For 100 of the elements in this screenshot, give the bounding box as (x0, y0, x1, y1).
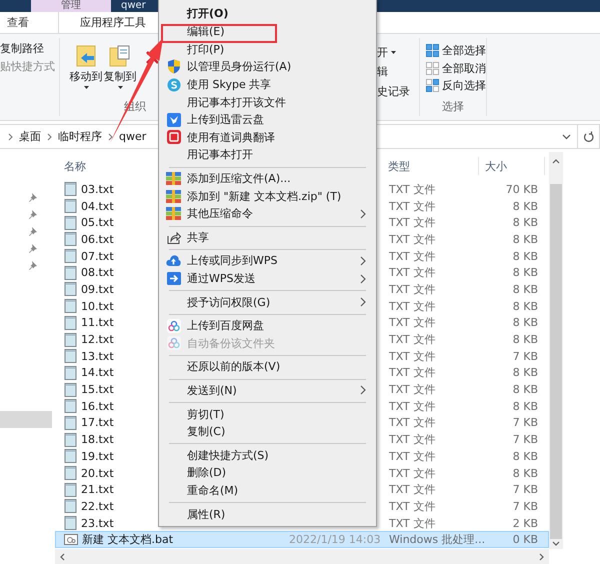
ribbon-command[interactable]: 开 (377, 44, 419, 62)
text-file-icon (64, 216, 77, 230)
ribbon-command[interactable]: 反向选择 (426, 77, 486, 94)
file-name[interactable]: 03.txt (81, 182, 114, 196)
file-size: 8 KB (512, 383, 538, 396)
menu-item[interactable]: 添加到 "新建 文本文档.zip" (T) (161, 187, 374, 205)
menu-item[interactable]: 复制(C) (161, 422, 374, 440)
ribbon-command[interactable]: 复制路径 (0, 40, 59, 58)
shield-icon (166, 59, 180, 74)
ribbon-command[interactable]: 辑 (377, 62, 419, 82)
menu-item[interactable]: 创建快捷方式(S) (161, 446, 374, 464)
file-size: 7 KB (512, 500, 538, 513)
menu-item[interactable]: 用记事本打开 (161, 146, 374, 164)
file-size: 8 KB (512, 216, 538, 230)
chevron-icon (108, 132, 113, 140)
file-size: 8 KB (512, 333, 538, 346)
file-size: 8 KB (512, 200, 538, 213)
rings-icon (166, 336, 180, 350)
vertical-scrollbar[interactable] (549, 152, 563, 549)
file-name[interactable]: 06.txt (81, 232, 114, 246)
context-tab[interactable]: 管理 (31, 0, 111, 12)
file-name[interactable]: 12.txt (81, 333, 114, 346)
text-file-icon (64, 232, 77, 246)
file-size: 8 KB (512, 316, 538, 330)
menu-item[interactable]: 上传到百度网盘 (161, 316, 374, 334)
file-type: TXT 文件 (389, 416, 436, 430)
scroll-left-icon (59, 552, 65, 560)
file-name[interactable]: 16.txt (81, 400, 114, 413)
menu-item[interactable]: 其他压缩命令 (161, 204, 374, 223)
file-name[interactable]: 07.txt (81, 250, 114, 263)
breadcrumb[interactable]: 桌面 (19, 129, 41, 144)
file-name[interactable]: 10.txt (81, 300, 114, 313)
menu-item[interactable]: 上传到迅雷云盘 (161, 110, 374, 129)
menu-item[interactable]: 剪切(T) (161, 405, 374, 423)
breadcrumb[interactable]: qwer (119, 130, 146, 143)
file-type: TXT 文件 (389, 466, 436, 480)
grid-icon (426, 60, 439, 76)
grid-icon (426, 78, 439, 94)
menu-item[interactable]: 授予访问权限(G) (161, 293, 374, 311)
text-file-icon (64, 482, 77, 497)
menu-item[interactable]: 上传或同步到WPS (161, 252, 374, 270)
file-name[interactable]: 09.txt (81, 282, 114, 296)
text-file-icon (64, 499, 77, 514)
menu-item[interactable]: 使用有道词典翻译 (161, 128, 374, 146)
text-file-icon (64, 266, 77, 280)
chevron-icon (8, 132, 13, 140)
file-name[interactable]: 18.txt (81, 433, 114, 446)
horizontal-scrollbar[interactable] (55, 549, 549, 564)
file-type: TXT 文件 (389, 182, 436, 196)
file-type: TXT 文件 (389, 266, 436, 280)
selected-file-row[interactable]: 新建 文本文档.bat 2022/1/19 14:03 Windows 批处理... 0 KB (55, 531, 549, 548)
text-file-icon (64, 282, 77, 296)
file-size: 7 KB (512, 350, 538, 363)
file-name[interactable]: 15.txt (81, 383, 114, 396)
file-name[interactable]: 14.txt (81, 366, 114, 380)
menu-item[interactable]: 通过WPS发送 (161, 270, 374, 288)
refresh-icon (583, 130, 594, 142)
menu-item[interactable]: 使用 Skype 共享 (161, 76, 374, 94)
file-name[interactable]: 23.txt (81, 516, 114, 530)
menu-item[interactable]: 重命名(M) (161, 482, 374, 500)
menu-item[interactable]: 添加到压缩文件(A)... (161, 170, 374, 188)
file-name[interactable]: 04.txt (81, 200, 114, 213)
file-date: 2022/1/19 14:03 (289, 533, 381, 546)
menu-item[interactable]: 共享 (161, 228, 374, 246)
text-file-icon (64, 249, 77, 264)
file-size: 0 KB (512, 533, 538, 546)
pin-icon (29, 261, 37, 270)
menu-item[interactable]: 还原以前的版本(V) (161, 358, 374, 376)
file-name[interactable]: 22.txt (81, 500, 114, 513)
menu-item[interactable]: 删除(D) (161, 464, 374, 482)
file-size: 8 KB (512, 366, 538, 380)
menu-item[interactable]: 用记事本打开该文件 (161, 93, 374, 111)
menu-item[interactable]: 属性(R) (161, 505, 374, 523)
column-header[interactable]: 类型 (385, 157, 479, 175)
file-name[interactable]: 19.txt (81, 450, 114, 463)
ribbon-button[interactable]: 复制到 (103, 43, 137, 100)
file-type: TXT 文件 (389, 516, 436, 530)
menu-item[interactable]: 打印(P) (161, 40, 374, 58)
file-name[interactable]: 21.txt (81, 483, 114, 496)
file-name[interactable]: 新建 文本文档.bat (82, 532, 174, 548)
file-type: TXT 文件 (389, 232, 436, 246)
ribbon-command[interactable]: 全部选择 (426, 42, 486, 60)
ribbon-command[interactable]: 史记录 (377, 82, 419, 102)
caret-icon (118, 86, 122, 89)
text-file-icon (64, 432, 77, 447)
breadcrumb[interactable]: 临时程序 (58, 129, 102, 144)
file-name[interactable]: 13.txt (81, 350, 114, 363)
text-file-icon (64, 332, 77, 347)
file-name[interactable]: 05.txt (81, 216, 114, 230)
file-name[interactable]: 08.txt (81, 266, 114, 280)
column-header[interactable]: 大小 (479, 157, 545, 175)
menu-item[interactable]: 发送到(N) (161, 382, 374, 400)
menu-item[interactable]: 以管理员身份运行(A) (161, 58, 374, 76)
file-name[interactable]: 17.txt (81, 416, 114, 430)
file-name[interactable]: 20.txt (81, 466, 114, 480)
selected-nav-item[interactable] (0, 411, 52, 428)
ribbon-command[interactable]: 全部取消 (426, 60, 486, 77)
file-name[interactable]: 11.txt (81, 316, 114, 330)
ribbon-button[interactable]: 移动到 (69, 43, 103, 100)
grid-icon (426, 43, 439, 58)
